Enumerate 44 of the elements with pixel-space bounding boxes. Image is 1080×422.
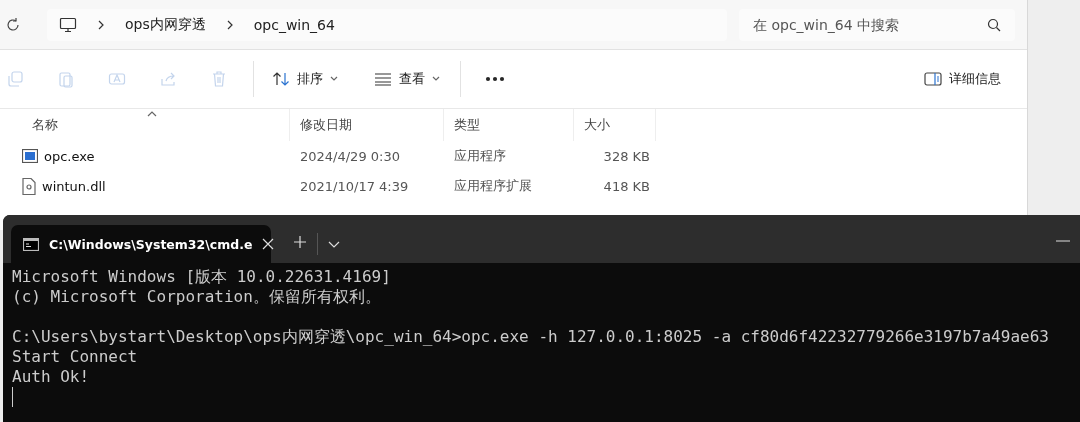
- more-icon[interactable]: [485, 76, 505, 82]
- minimize-icon[interactable]: [1056, 239, 1070, 243]
- file-name[interactable]: opc.exe: [44, 148, 95, 164]
- console-line: Microsoft Windows [版本 10.0.22631.4169]: [12, 267, 392, 287]
- text-cursor: [12, 387, 13, 407]
- tab-title[interactable]: C:\Windows\System32\cmd.e: [49, 236, 253, 252]
- table-cell-text: 2021/10/17 4:39: [299, 178, 410, 194]
- breadcrumb-item[interactable]: opc_win_64: [253, 16, 335, 33]
- file-name[interactable]: wintun.dll: [42, 178, 106, 194]
- sort-button[interactable]: 排序: [264, 66, 346, 92]
- table-cell-text: 2024/4/29 0:30: [299, 148, 401, 164]
- details-button[interactable]: 详细信息: [916, 66, 1009, 92]
- console-line: Start Connect: [12, 347, 139, 367]
- console-line: Auth Ok!: [12, 367, 91, 387]
- table-cell-text: 应用程序: [453, 147, 507, 165]
- table-cell-text: 328 KB: [602, 148, 651, 164]
- address-bar[interactable]: ops内网穿透 opc_win_64: [47, 8, 727, 41]
- search-field[interactable]: 在 opc_win_64 中搜索: [739, 8, 1015, 41]
- table-cell-text: 418 KB: [602, 178, 651, 194]
- chevron-down-icon[interactable]: [330, 76, 338, 82]
- chevron-right-icon[interactable]: [225, 19, 234, 30]
- console-icon[interactable]: [23, 237, 39, 251]
- app-window-icon: [22, 149, 38, 163]
- chevron-down-icon[interactable]: [432, 76, 440, 82]
- table-cell-text: 应用程序扩展: [453, 177, 533, 195]
- column-header[interactable]: 名称: [22, 109, 290, 141]
- column-header[interactable]: 修改日期: [290, 109, 444, 141]
- column-header[interactable]: 大小: [574, 109, 656, 141]
- close-icon[interactable]: [262, 238, 275, 250]
- view-button[interactable]: 查看: [366, 66, 448, 92]
- sort-arrows-icon[interactable]: [272, 71, 290, 87]
- computer-icon[interactable]: [59, 16, 77, 33]
- chevron-right-icon[interactable]: [97, 19, 105, 30]
- search-icon[interactable]: [987, 17, 1001, 32]
- breadcrumb-item[interactable]: ops内网穿透: [125, 15, 206, 34]
- terminal-tab[interactable]: C:\Windows\System32\cmd.e: [11, 225, 271, 263]
- sort-up-icon[interactable]: [147, 111, 157, 117]
- column-header[interactable]: 类型: [444, 109, 574, 141]
- list-lines-icon[interactable]: [374, 72, 392, 86]
- plus-icon[interactable]: [293, 235, 307, 249]
- console-line: C:\Users\bystart\Desktop\ops内网穿透\opc_win_64>opc.exe -h 127.0.0.1:8025 -a cf80d6f42232779266e3197b7a49ae63: [12, 327, 1050, 347]
- refresh-icon[interactable]: [5, 16, 21, 33]
- console-line: (c) Microsoft Corporation。保留所有权利。: [12, 287, 382, 307]
- details-pane-icon[interactable]: [924, 72, 942, 86]
